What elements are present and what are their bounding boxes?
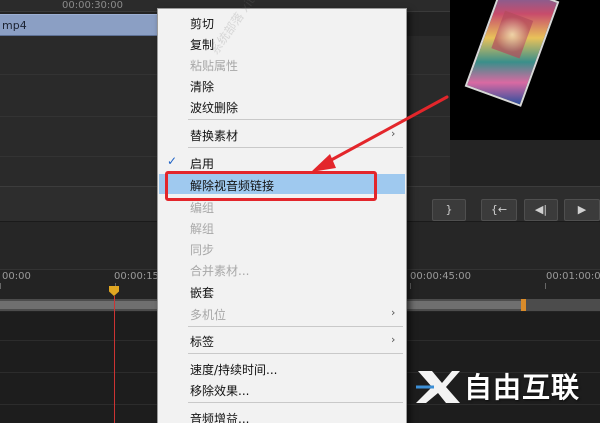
x-logo-icon bbox=[416, 371, 460, 403]
brand-logo: 自由互联 bbox=[412, 366, 580, 406]
logo-text: 自由互联 bbox=[464, 371, 581, 404]
annotation-arrow-icon bbox=[311, 95, 449, 172]
